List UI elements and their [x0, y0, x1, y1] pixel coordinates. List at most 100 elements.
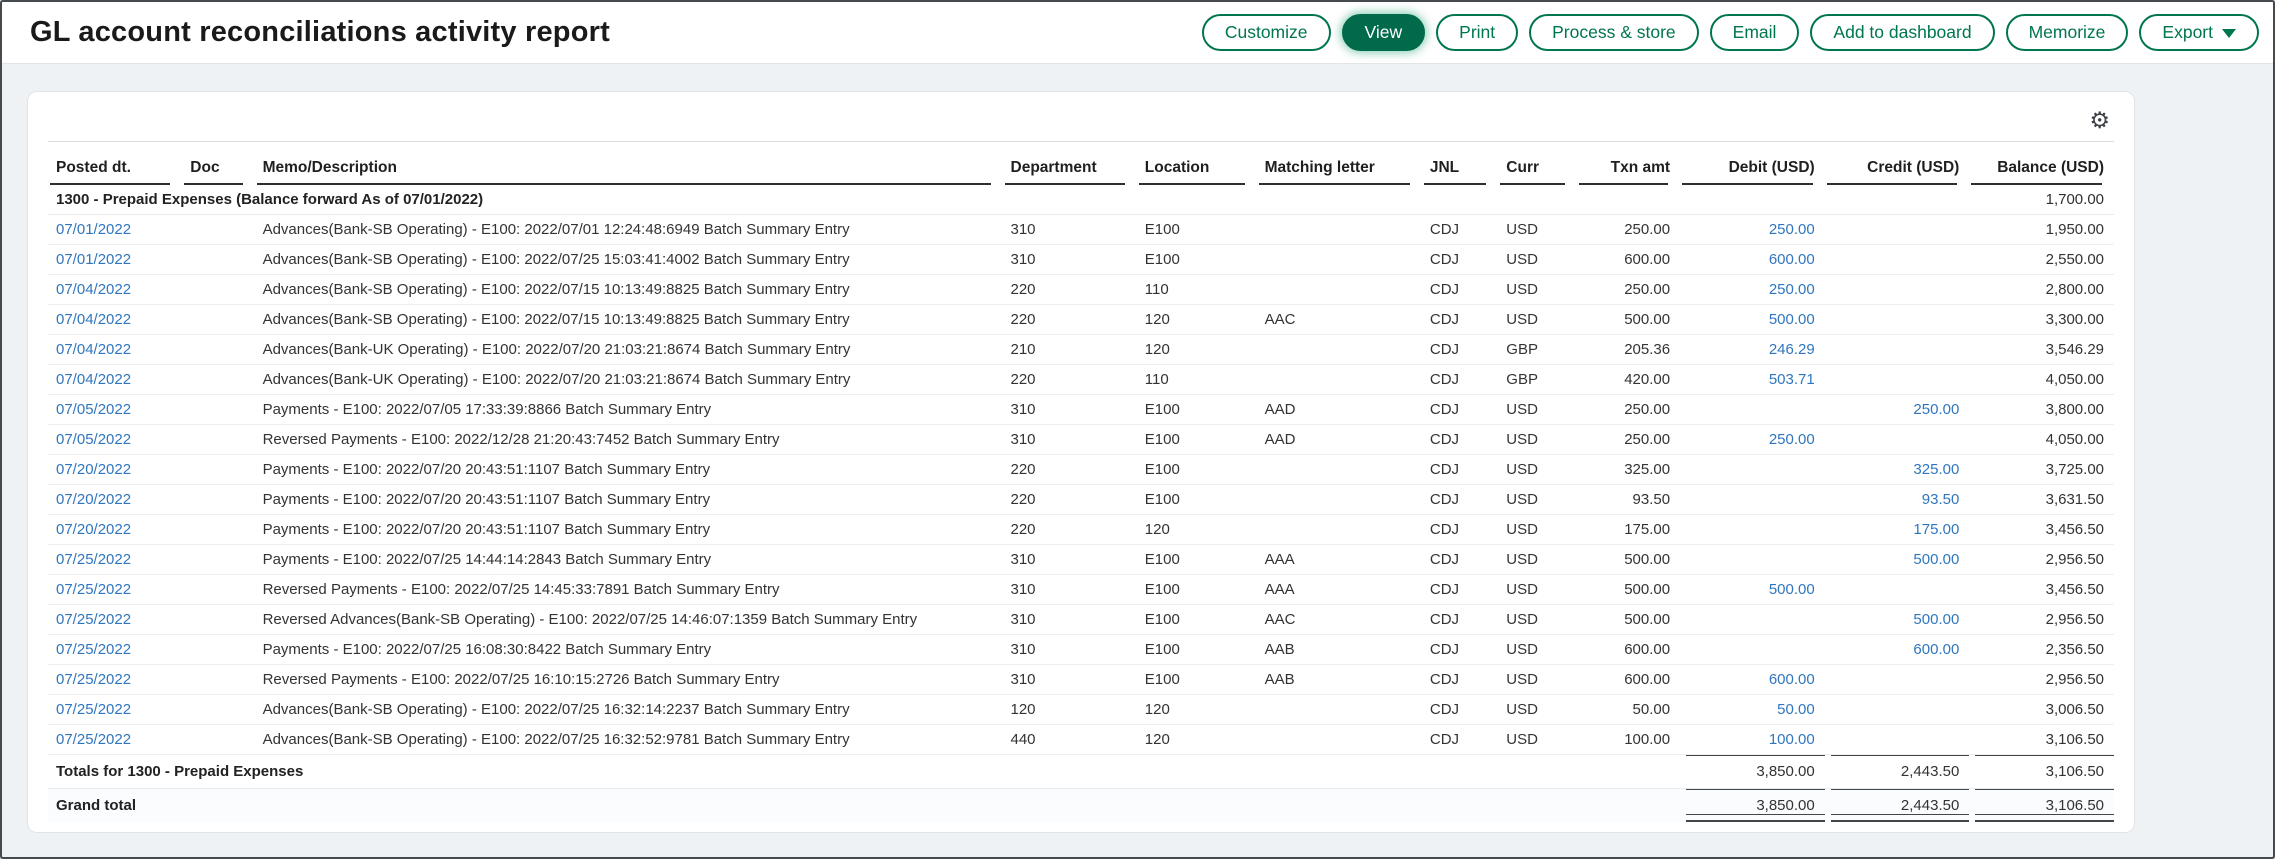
- posted-date-link[interactable]: 07/20/2022: [48, 485, 182, 515]
- cell-department: 310: [1003, 575, 1137, 605]
- cell-curr: USD: [1498, 305, 1577, 335]
- cell-matching: [1257, 335, 1422, 365]
- memorize-button[interactable]: Memorize: [2006, 14, 2129, 51]
- debit-amount-link[interactable]: 246.29: [1680, 335, 1825, 365]
- cell-location: 120: [1137, 695, 1257, 725]
- totals-label: Totals for 1300 - Prepaid Expenses: [48, 755, 1680, 789]
- posted-date-link[interactable]: 07/25/2022: [48, 545, 182, 575]
- cell-doc: [182, 245, 254, 275]
- add-to-dashboard-button[interactable]: Add to dashboard: [1810, 14, 1994, 51]
- posted-date-link[interactable]: 07/25/2022: [48, 635, 182, 665]
- balance-forward-value: 1,700.00: [1969, 185, 2114, 215]
- customize-button[interactable]: Customize: [1202, 14, 1331, 51]
- credit-amount-link[interactable]: 500.00: [1825, 605, 1970, 635]
- cell-curr: USD: [1498, 725, 1577, 755]
- table-row: 07/25/2022Reversed Advances(Bank-SB Oper…: [48, 605, 2114, 635]
- cell-balance: 2,356.50: [1969, 635, 2114, 665]
- cell-debit: [1680, 635, 1825, 665]
- table-row: 07/04/2022Advances(Bank-SB Operating) - …: [48, 275, 2114, 305]
- posted-date-link[interactable]: 07/04/2022: [48, 275, 182, 305]
- cell-matching: [1257, 245, 1422, 275]
- cell-txn: 500.00: [1577, 305, 1680, 335]
- table-row: 07/25/2022Reversed Payments - E100: 2022…: [48, 575, 2114, 605]
- posted-date-link[interactable]: 07/25/2022: [48, 575, 182, 605]
- cell-txn: 500.00: [1577, 605, 1680, 635]
- posted-date-link[interactable]: 07/01/2022: [48, 215, 182, 245]
- cell-doc: [182, 485, 254, 515]
- cell-matching: AAA: [1257, 575, 1422, 605]
- print-button[interactable]: Print: [1436, 14, 1518, 51]
- debit-amount-link[interactable]: 503.71: [1680, 365, 1825, 395]
- cell-department: 310: [1003, 215, 1137, 245]
- debit-amount-link[interactable]: 600.00: [1680, 245, 1825, 275]
- cell-txn: 93.50: [1577, 485, 1680, 515]
- cell-curr: USD: [1498, 605, 1577, 635]
- posted-date-link[interactable]: 07/25/2022: [48, 665, 182, 695]
- cell-txn: 250.00: [1577, 425, 1680, 455]
- cell-jnl: CDJ: [1422, 245, 1498, 275]
- credit-amount-link[interactable]: 600.00: [1825, 635, 1970, 665]
- cell-location: E100: [1137, 605, 1257, 635]
- table-row: 07/20/2022Payments - E100: 2022/07/20 20…: [48, 515, 2114, 545]
- debit-amount-link[interactable]: 250.00: [1680, 275, 1825, 305]
- cell-department: 440: [1003, 725, 1137, 755]
- cell-matching: AAD: [1257, 395, 1422, 425]
- table-row: 07/04/2022Advances(Bank-SB Operating) - …: [48, 305, 2114, 335]
- cell-doc: [182, 695, 254, 725]
- debit-amount-link[interactable]: 500.00: [1680, 575, 1825, 605]
- cell-memo: Payments - E100: 2022/07/05 17:33:39:886…: [255, 395, 1003, 425]
- posted-date-link[interactable]: 07/05/2022: [48, 425, 182, 455]
- process-store-button[interactable]: Process & store: [1529, 14, 1699, 51]
- cell-balance: 2,956.50: [1969, 545, 2114, 575]
- cell-curr: USD: [1498, 515, 1577, 545]
- export-button[interactable]: Export: [2139, 14, 2259, 51]
- posted-date-link[interactable]: 07/20/2022: [48, 515, 182, 545]
- table-row: 07/20/2022Payments - E100: 2022/07/20 20…: [48, 455, 2114, 485]
- view-button[interactable]: View: [1342, 14, 1426, 51]
- debit-amount-link[interactable]: 600.00: [1680, 665, 1825, 695]
- debit-amount-link[interactable]: 500.00: [1680, 305, 1825, 335]
- email-button[interactable]: Email: [1710, 14, 1800, 51]
- posted-date-link[interactable]: 07/25/2022: [48, 725, 182, 755]
- debit-amount-link[interactable]: 50.00: [1680, 695, 1825, 725]
- cell-balance: 3,006.50: [1969, 695, 2114, 725]
- posted-date-link[interactable]: 07/20/2022: [48, 455, 182, 485]
- credit-amount-link[interactable]: 500.00: [1825, 545, 1970, 575]
- credit-amount-link[interactable]: 325.00: [1825, 455, 1970, 485]
- debit-amount-link[interactable]: 250.00: [1680, 425, 1825, 455]
- debit-amount-link[interactable]: 100.00: [1680, 725, 1825, 755]
- debit-amount-link[interactable]: 250.00: [1680, 215, 1825, 245]
- totals-credit: 2,443.50: [1825, 755, 1970, 789]
- credit-amount-link[interactable]: 175.00: [1825, 515, 1970, 545]
- cell-txn: 250.00: [1577, 275, 1680, 305]
- posted-date-link[interactable]: 07/01/2022: [48, 245, 182, 275]
- cell-jnl: CDJ: [1422, 635, 1498, 665]
- credit-amount-link[interactable]: 93.50: [1825, 485, 1970, 515]
- cell-txn: 325.00: [1577, 455, 1680, 485]
- cell-balance: 3,300.00: [1969, 305, 2114, 335]
- cell-memo: Advances(Bank-SB Operating) - E100: 2022…: [255, 245, 1003, 275]
- cell-location: E100: [1137, 455, 1257, 485]
- table-row: 07/04/2022Advances(Bank-UK Operating) - …: [48, 365, 2114, 395]
- column-header-curr: Curr: [1498, 146, 1577, 185]
- cell-txn: 500.00: [1577, 545, 1680, 575]
- cell-jnl: CDJ: [1422, 695, 1498, 725]
- posted-date-link[interactable]: 07/04/2022: [48, 305, 182, 335]
- cell-department: 310: [1003, 545, 1137, 575]
- cell-doc: [182, 275, 254, 305]
- posted-date-link[interactable]: 07/04/2022: [48, 365, 182, 395]
- cell-debit: [1680, 545, 1825, 575]
- cell-matching: AAB: [1257, 665, 1422, 695]
- column-header-txn-amt: Txn amt: [1577, 146, 1680, 185]
- posted-date-link[interactable]: 07/04/2022: [48, 335, 182, 365]
- cell-memo: Payments - E100: 2022/07/25 14:44:14:284…: [255, 545, 1003, 575]
- cell-jnl: CDJ: [1422, 515, 1498, 545]
- export-button-label: Export: [2162, 22, 2213, 43]
- posted-date-link[interactable]: 07/25/2022: [48, 695, 182, 725]
- posted-date-link[interactable]: 07/05/2022: [48, 395, 182, 425]
- cell-balance: 2,956.50: [1969, 665, 2114, 695]
- posted-date-link[interactable]: 07/25/2022: [48, 605, 182, 635]
- cell-doc: [182, 635, 254, 665]
- credit-amount-link[interactable]: 250.00: [1825, 395, 1970, 425]
- settings-gear-icon[interactable]: ⚙: [2089, 108, 2110, 132]
